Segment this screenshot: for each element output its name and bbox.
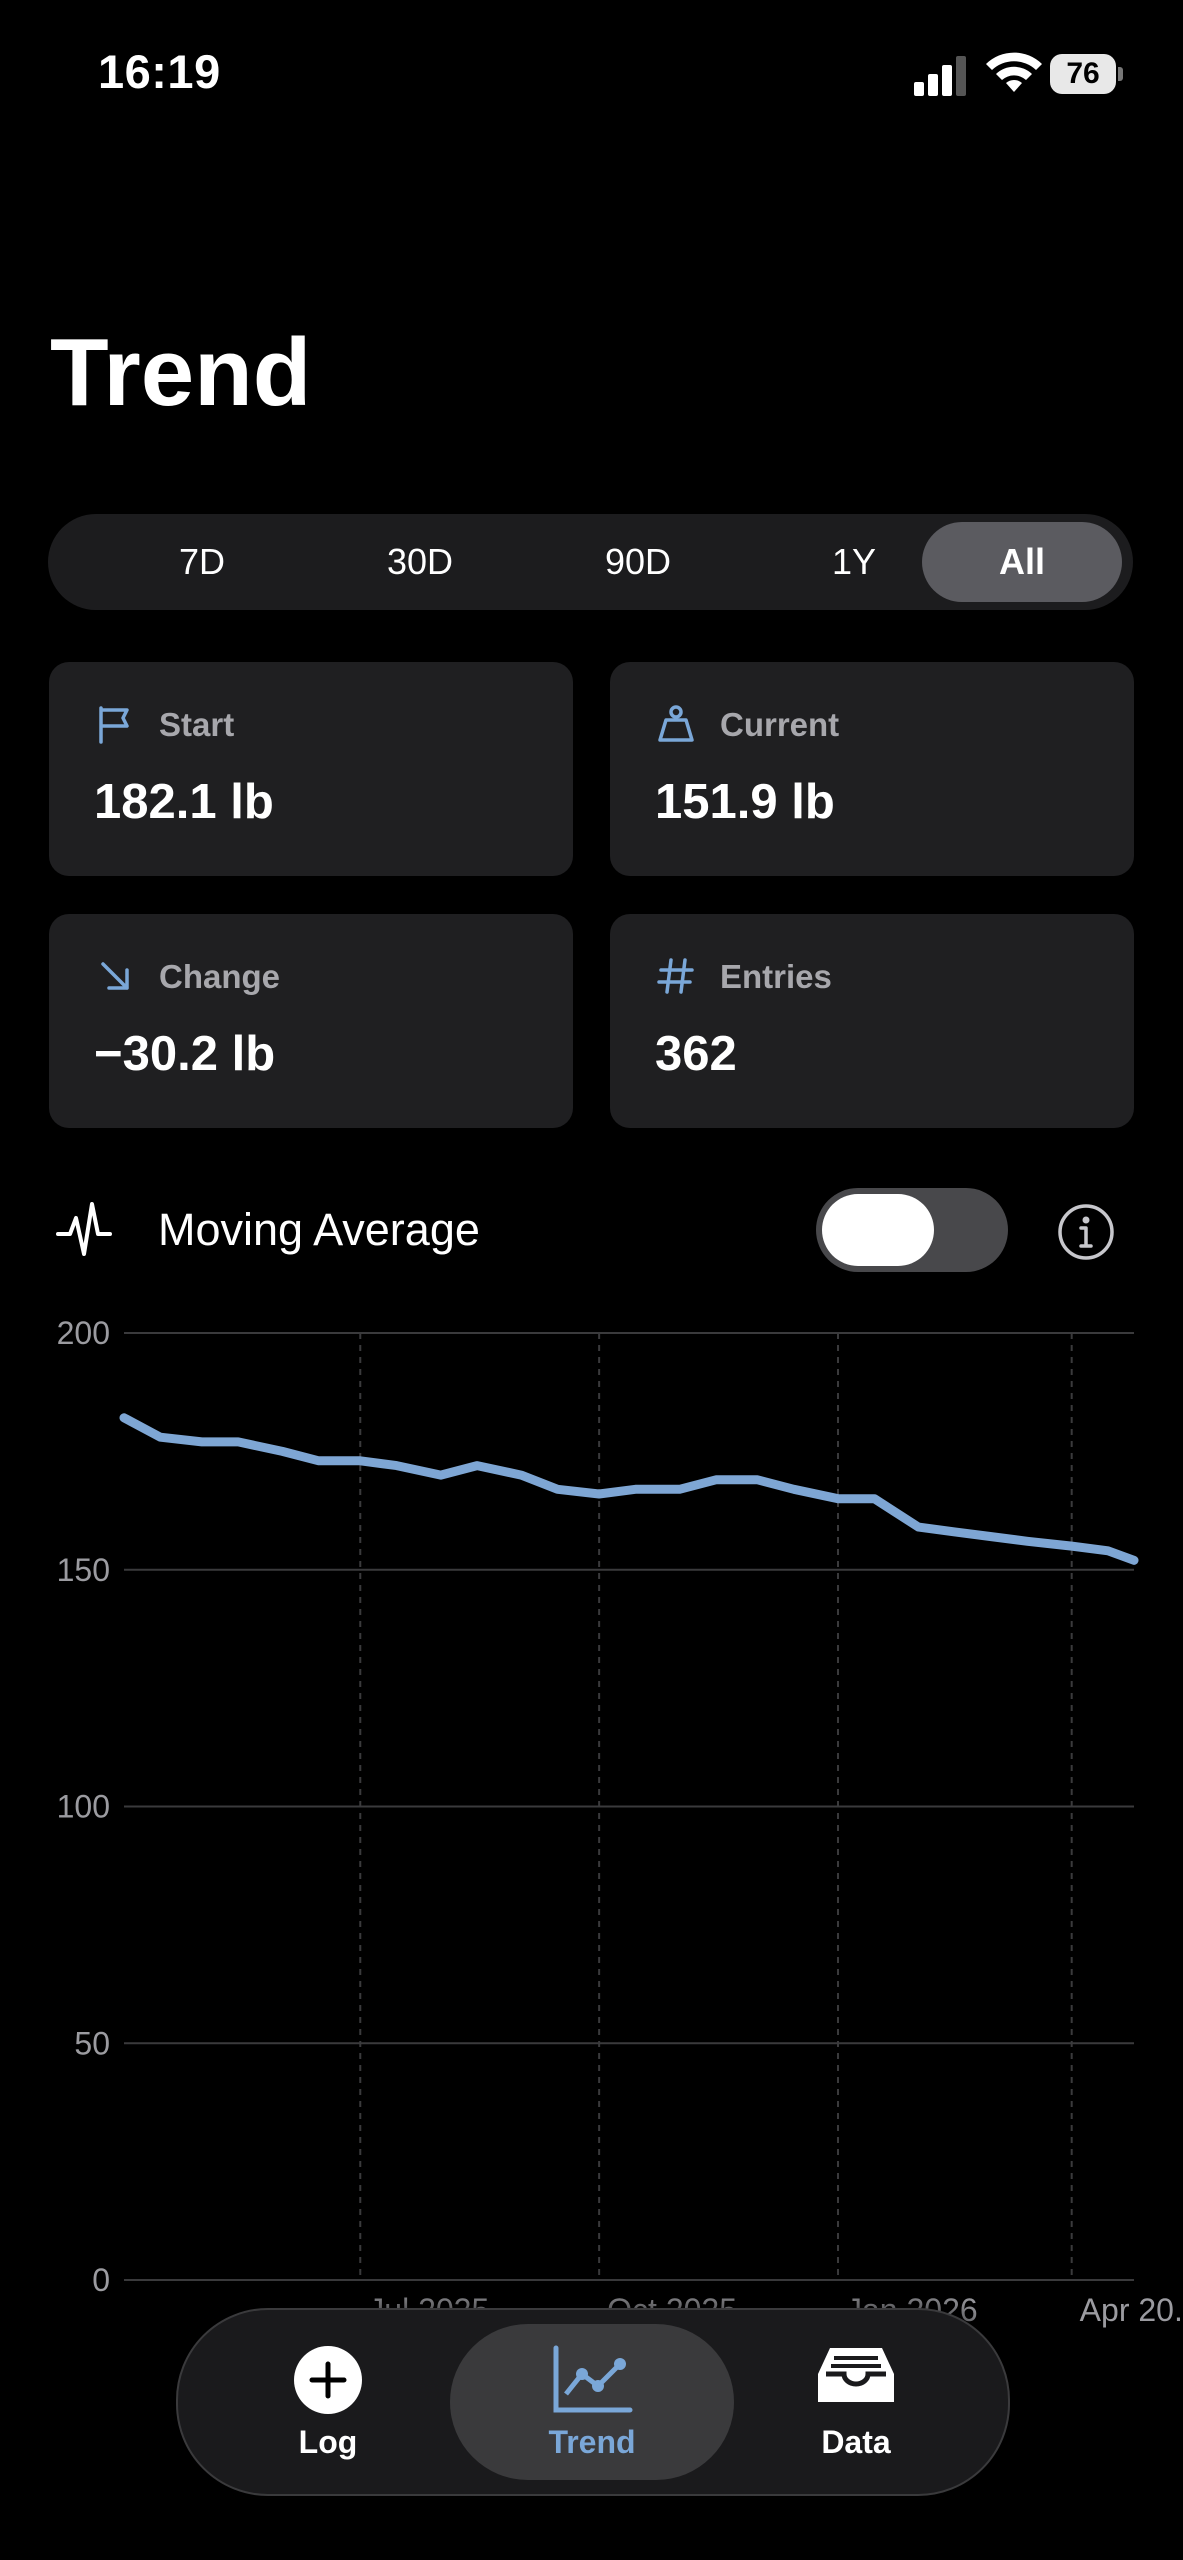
weight-trend-chart: 050100150200 Jul 2025Oct 2025Jan 2026Apr…: [57, 1315, 1183, 2328]
wifi-icon: [986, 52, 1042, 92]
stat-value: −30.2 lb: [94, 1027, 276, 1081]
moving-average-label: Moving Average: [158, 1204, 480, 1255]
battery-icon: 76: [1050, 54, 1124, 94]
hash-icon: [657, 958, 694, 994]
tab-bar: Log Trend Data: [176, 2308, 1010, 2496]
range-option-90d[interactable]: 90D: [538, 522, 738, 602]
stat-value: 182.1 lb: [94, 775, 274, 829]
chart-line-icon: [553, 2345, 633, 2413]
y-tick-label: 150: [57, 1552, 110, 1588]
page-title: Trend: [50, 319, 312, 426]
y-tick-label: 50: [74, 2025, 110, 2061]
stat-value: 362: [655, 1027, 737, 1081]
status-time: 16:19: [98, 45, 221, 98]
stat-label: Start: [159, 706, 235, 743]
battery-level: 76: [1050, 54, 1116, 94]
stat-card-start: Start 182.1 lb: [49, 662, 573, 876]
stat-value: 151.9 lb: [655, 775, 835, 829]
range-option-all[interactable]: All: [922, 522, 1122, 602]
tab-data[interactable]: Data: [714, 2324, 998, 2480]
y-tick-label: 200: [57, 1315, 110, 1351]
tab-label: Log: [298, 2424, 358, 2460]
range-option-30d[interactable]: 30D: [320, 522, 520, 602]
info-icon[interactable]: [1056, 1202, 1116, 1262]
stat-card-change: Change −30.2 lb: [49, 914, 573, 1128]
moving-average-toggle[interactable]: [816, 1188, 1008, 1272]
stat-label: Change: [159, 958, 281, 995]
range-segmented-control: 7D 30D 90D 1Y All: [48, 514, 1133, 610]
waveform-icon: [56, 1202, 112, 1256]
toggle-knob: [822, 1194, 934, 1266]
cellular-signal-icon: [914, 56, 966, 96]
y-tick-label: 100: [57, 1789, 110, 1825]
range-option-7d[interactable]: 7D: [102, 522, 302, 602]
tab-label: Trend: [548, 2424, 636, 2460]
series-line: [119, 1413, 1139, 1565]
tab-label: Data: [821, 2424, 891, 2460]
stat-card-entries: Entries 362: [610, 914, 1134, 1128]
flag-icon: [99, 706, 129, 744]
plus-circle-icon: [294, 2346, 362, 2414]
tray-icon: [818, 2348, 894, 2402]
stat-label: Current: [720, 706, 840, 743]
scale-weight-icon: [658, 705, 694, 742]
tab-trend[interactable]: Trend: [450, 2324, 734, 2480]
x-tick-label: Apr 20...: [1080, 2292, 1183, 2328]
y-tick-label: 0: [92, 2262, 110, 2298]
arrow-down-right-icon: [101, 962, 129, 990]
stat-card-current: Current 151.9 lb: [610, 662, 1134, 876]
stat-label: Entries: [720, 958, 832, 995]
tab-log[interactable]: Log: [186, 2324, 470, 2480]
